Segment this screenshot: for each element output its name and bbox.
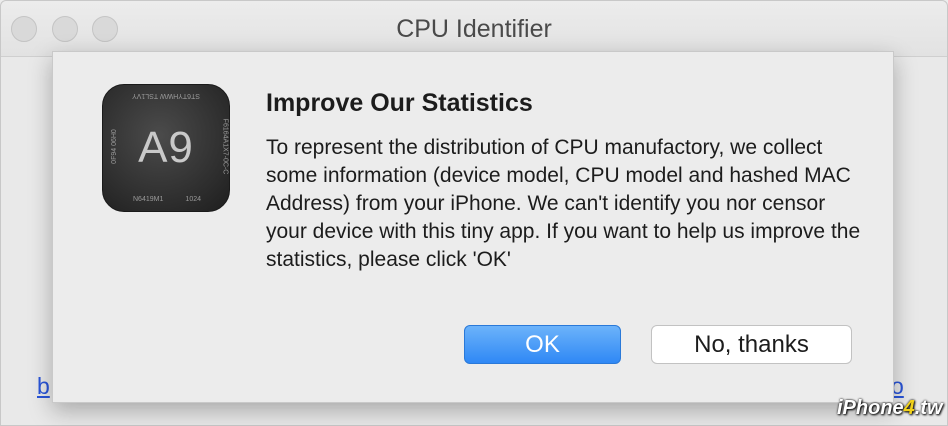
chip-bottom-right-text: 1024	[185, 196, 201, 203]
no-thanks-button[interactable]: No, thanks	[651, 325, 852, 364]
window-title: CPU Identifier	[396, 15, 552, 43]
watermark-four: 4	[903, 397, 915, 419]
chip-right-text: F6164A1X7-0C-C	[221, 118, 229, 175]
app-window: CPU Identifier b o ST6TYHWW TSL1VY 0F94 …	[0, 0, 948, 426]
watermark-prefix: iPhone	[837, 397, 904, 419]
title-bar: CPU Identifier	[1, 1, 947, 57]
statistics-dialog: ST6TYHWW TSL1VY 0F94 06H0 A9 F6164A1X7-0…	[52, 51, 894, 403]
watermark-suffix: .tw	[914, 397, 943, 419]
cpu-chip-icon: ST6TYHWW TSL1VY 0F94 06H0 A9 F6164A1X7-0…	[102, 84, 230, 212]
dialog-heading: Improve Our Statistics	[266, 89, 533, 117]
chip-bottom-left-text: N6419M1	[133, 196, 164, 203]
chip-model-label: A9	[138, 123, 194, 172]
ok-button[interactable]: OK	[464, 325, 621, 364]
watermark-logo: iPhone4.tw	[837, 397, 943, 420]
chip-top-text: ST6TYHWW TSL1VY	[132, 92, 200, 99]
background-link-left[interactable]: b	[37, 373, 50, 400]
dialog-message: To represent the distribution of CPU man…	[266, 136, 861, 271]
